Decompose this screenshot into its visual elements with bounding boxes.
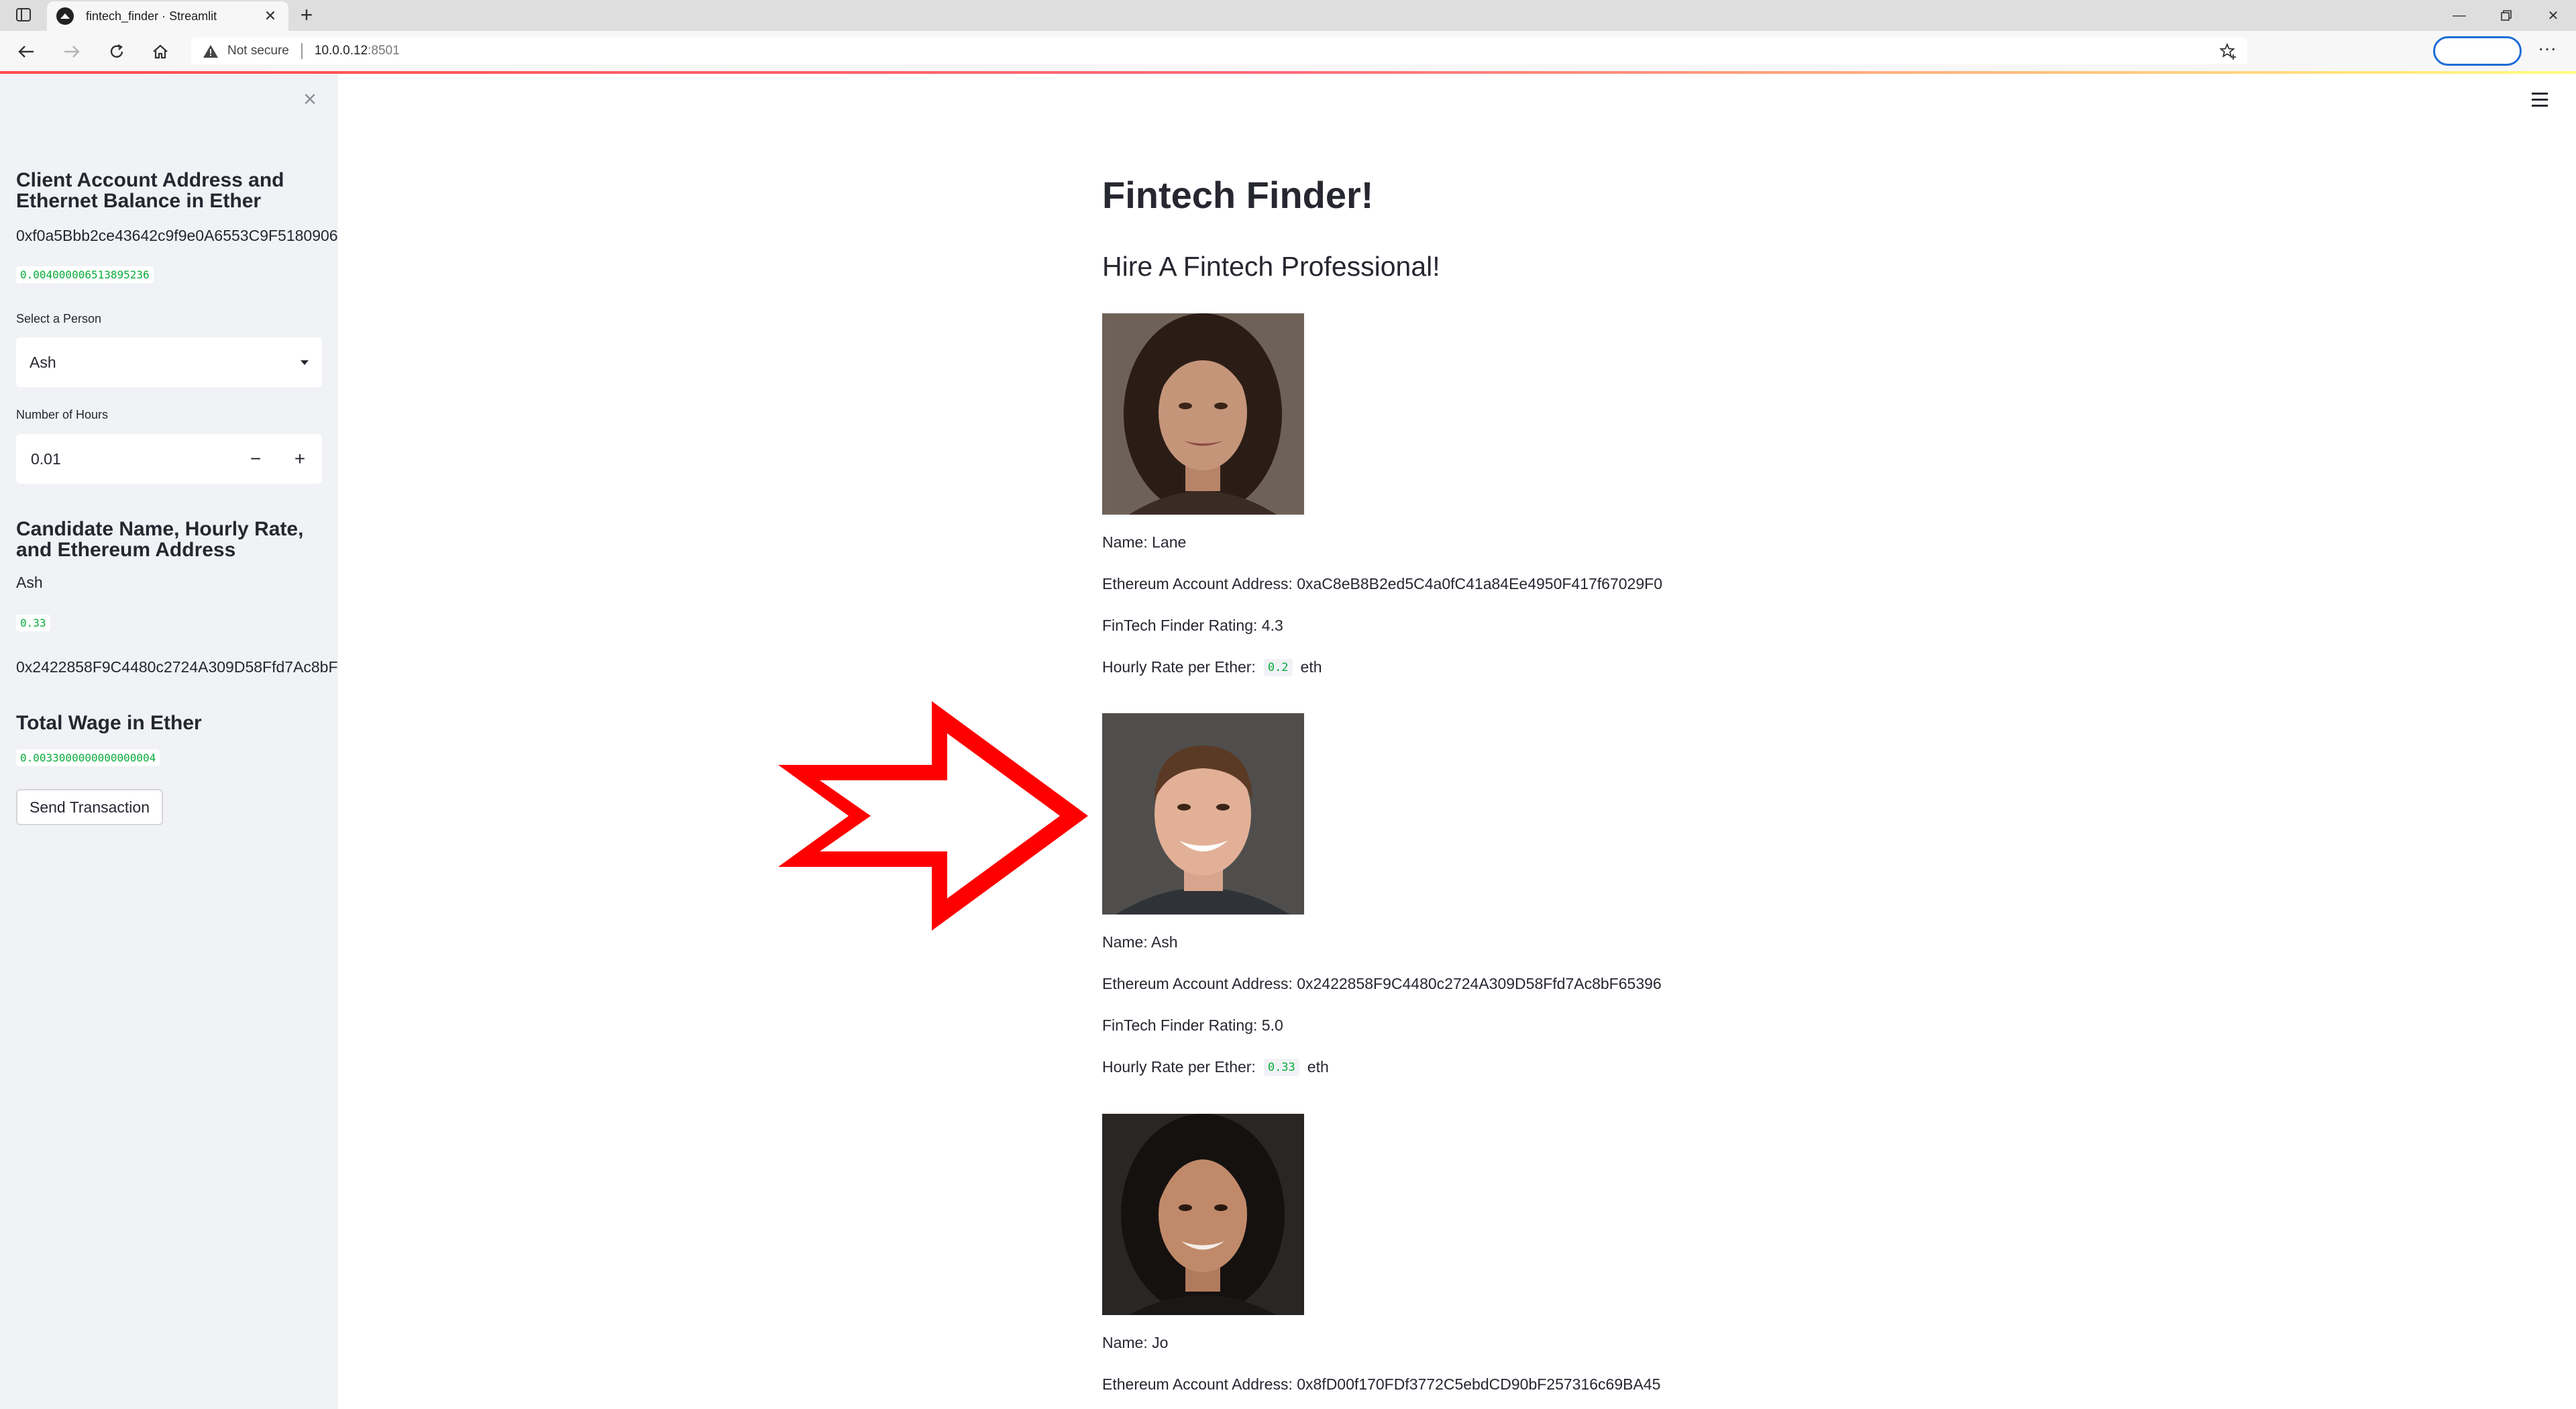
profile-button[interactable] <box>2433 36 2522 66</box>
candidate-photo-jo <box>1102 1114 1304 1315</box>
rate-unit: eth <box>1300 658 1322 676</box>
address-bar: Not secure 10.0.0.12:8501 ··· <box>0 31 2576 71</box>
sidebar: × Client Account Address and Ethernet Ba… <box>0 74 338 1409</box>
candidate-photo-ash <box>1102 713 1304 915</box>
candidate-heading: Candidate Name, Hourly Rate, and Ethereu… <box>16 518 304 561</box>
add-favorite-icon[interactable] <box>2219 42 2238 61</box>
hours-input[interactable]: 0.01 <box>16 450 233 468</box>
candidate-address-lane: Ethereum Account Address: 0xaC8eB8B2ed5C… <box>1102 575 1662 592</box>
back-icon[interactable] <box>15 40 38 63</box>
restore-icon[interactable] <box>2486 4 2526 27</box>
rate-label: Hourly Rate per Ether: <box>1102 1058 1256 1076</box>
forward-icon[interactable] <box>60 40 83 63</box>
rate-unit: eth <box>1307 1058 1329 1076</box>
wage-value: 0.0033000000000000004 <box>16 749 160 766</box>
tab-actions-icon[interactable] <box>13 6 34 23</box>
hamburger-menu-icon[interactable] <box>2528 87 2552 111</box>
candidate-name-ash: Name: Ash <box>1102 933 1178 951</box>
url-bar[interactable]: Not secure 10.0.0.12:8501 <box>191 38 2247 64</box>
rate-value: 0.2 <box>1263 658 1293 676</box>
candidate-name: Ash <box>16 574 43 591</box>
candidate-photo-lane <box>1102 313 1304 515</box>
warning-icon[interactable] <box>202 42 219 60</box>
account-heading: Client Account Address and Ethernet Bala… <box>16 169 284 212</box>
candidate-rate: 0.33 <box>16 615 50 631</box>
candidate-rating-lane: FinTech Finder Rating: 4.3 <box>1102 617 1283 634</box>
new-tab-icon[interactable]: + <box>295 4 318 27</box>
close-tab-icon[interactable]: ✕ <box>262 7 279 25</box>
hours-label: Number of Hours <box>16 408 109 421</box>
rate-value: 0.33 <box>1263 1058 1299 1076</box>
rate-label: Hourly Rate per Ether: <box>1102 658 1256 676</box>
browser-tab[interactable]: fintech_finder · Streamlit ✕ <box>47 1 288 31</box>
select-person-label: Select a Person <box>16 312 102 325</box>
browser-tab-bar: fintech_finder · Streamlit ✕ + — ✕ <box>0 0 2576 31</box>
page-subtitle: Hire A Fintech Professional! <box>1102 251 1440 282</box>
select-person-dropdown[interactable]: Ash <box>16 337 322 387</box>
candidate-rating-ash: FinTech Finder Rating: 5.0 <box>1102 1016 1283 1034</box>
more-options-icon[interactable]: ··· <box>2536 39 2559 63</box>
url-separator <box>301 43 303 59</box>
page-title: Fintech Finder! <box>1102 174 1374 216</box>
candidate-address: 0x2422858F9C4480c2724A309D58Ffd7Ac8bF653… <box>16 658 338 676</box>
close-sidebar-icon[interactable]: × <box>297 87 323 114</box>
close-window-icon[interactable]: ✕ <box>2533 4 2573 27</box>
url-text[interactable]: 10.0.0.12:8501 <box>315 44 400 58</box>
hours-stepper[interactable]: 0.01 − + <box>16 434 322 484</box>
minimize-icon[interactable]: — <box>2439 4 2479 27</box>
tab-title: fintech_finder · Streamlit <box>86 9 217 23</box>
candidate-address-jo: Ethereum Account Address: 0x8fD00f170FDf… <box>1102 1375 1661 1393</box>
not-secure-label[interactable]: Not secure <box>227 44 289 58</box>
wage-heading: Total Wage in Ether <box>16 712 202 734</box>
candidate-name-lane: Name: Lane <box>1102 533 1187 551</box>
increment-icon[interactable]: + <box>278 434 322 484</box>
home-icon[interactable] <box>149 40 172 63</box>
candidate-name-jo: Name: Jo <box>1102 1334 1169 1351</box>
streamlit-favicon-icon <box>56 7 74 25</box>
send-transaction-button[interactable]: Send Transaction <box>16 789 164 825</box>
balance-value: 0.004000006513895236 <box>16 266 154 283</box>
streamlit-decoration-bar <box>0 71 2576 74</box>
candidate-address-ash: Ethereum Account Address: 0x2422858F9C44… <box>1102 975 1662 992</box>
candidate-rate-ash: Hourly Rate per Ether: 0.33 eth <box>1102 1058 1329 1076</box>
account-address: 0xf0a5Bbb2ce43642c9f9e0A6553C9F5180906 <box>16 227 338 244</box>
decrement-icon[interactable]: − <box>233 434 278 484</box>
candidate-rate-lane: Hourly Rate per Ether: 0.2 eth <box>1102 658 1322 676</box>
red-arrow-annotation <box>778 701 1088 931</box>
reload-icon[interactable] <box>105 40 128 63</box>
selected-person: Ash <box>30 353 56 371</box>
chevron-down-icon[interactable] <box>301 360 309 365</box>
